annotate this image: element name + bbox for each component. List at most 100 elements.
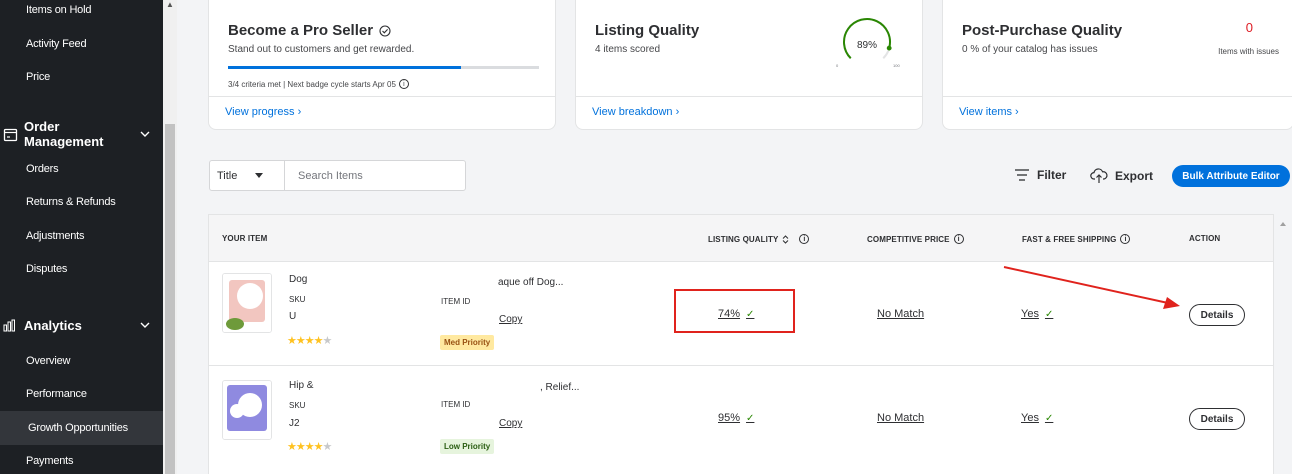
sku-value: J2 [289, 418, 300, 429]
product-image[interactable] [222, 380, 272, 440]
sidebar-item-activity-feed[interactable]: Activity Feed [26, 38, 87, 50]
copy-item-id-link[interactable]: Copy [499, 418, 522, 429]
table-scrollbar[interactable] [1275, 214, 1292, 474]
analytics-bars-icon [2, 317, 18, 333]
scroll-up-icon[interactable] [1280, 222, 1286, 226]
copy-item-id-link[interactable]: Copy [499, 314, 522, 325]
verified-badge-icon [379, 24, 391, 37]
priority-badge: Low Priority [440, 439, 495, 454]
card-divider [209, 96, 555, 97]
competitive-price-link[interactable]: No Match [877, 412, 924, 424]
product-name-left: Hip & [289, 380, 314, 391]
sidebar-item-items-on-hold[interactable]: Items on Hold [26, 4, 91, 16]
sidebar-scrollbar-thumb[interactable] [165, 124, 175, 474]
sku-value: U [289, 311, 297, 322]
item-id-label: ITEM ID [441, 400, 471, 409]
product-image[interactable] [222, 273, 272, 333]
view-progress-label: View progress [225, 106, 295, 118]
info-icon[interactable]: i [799, 234, 810, 244]
sort-arrows-icon[interactable] [782, 234, 789, 244]
check-icon: ✓ [1044, 412, 1054, 424]
bulk-attribute-editor-button[interactable]: Bulk Attribute Editor [1172, 165, 1290, 187]
sidebar-item-orders[interactable]: Orders [26, 163, 59, 175]
header-competitive-price-label: COMPETITIVE PRICE [867, 234, 950, 244]
table-row: Hip & , Relief... SKU ITEM ID J2 Copy ★★… [209, 365, 1273, 469]
listing-quality-subtitle: 4 items scored [595, 44, 661, 55]
view-items-label: View items [959, 106, 1012, 118]
annotation-highlight-box [674, 289, 795, 333]
sidebar-item-performance[interactable]: Performance [26, 388, 87, 400]
filter-button[interactable]: Filter [1014, 168, 1066, 182]
post-purchase-card: Post-Purchase Quality 0 % of your catalo… [942, 0, 1292, 130]
table-header: YOUR ITEM LISTING QUALITY i COMPETITIVE … [209, 215, 1273, 261]
filter-lines-icon [1015, 169, 1029, 181]
export-label: Export [1115, 169, 1154, 183]
sidebar-section-analytics[interactable]: Analytics [0, 314, 163, 336]
sidebar-item-returns-refunds[interactable]: Returns & Refunds [26, 196, 116, 208]
search-input[interactable] [286, 161, 464, 190]
star-rating: ★★★★★ [287, 335, 332, 347]
check-icon: ✓ [746, 412, 755, 424]
product-name-left: Dog [289, 274, 308, 285]
pro-seller-card: Become a Pro Seller Stand out to custome… [208, 0, 556, 130]
info-icon[interactable]: i [1120, 234, 1131, 244]
chevron-right-icon: › [297, 106, 302, 118]
sidebar-item-price[interactable]: Price [26, 71, 50, 83]
items-table: YOUR ITEM LISTING QUALITY i COMPETITIVE … [208, 214, 1274, 474]
listing-quality-title: Listing Quality [595, 22, 700, 39]
scroll-up-icon[interactable]: ▲ [166, 0, 174, 9]
listing-quality-card: Listing Quality 4 items scored 89% 0 100… [575, 0, 923, 130]
header-action-label: ACTION [1189, 234, 1221, 243]
search-type-select[interactable]: Title [210, 161, 285, 190]
header-your-item: YOUR ITEM [222, 234, 267, 243]
header-competitive-price: COMPETITIVE PRICE i [867, 234, 964, 244]
card-divider [943, 96, 1292, 97]
shipping-link[interactable]: Yes ✓ [1021, 412, 1053, 424]
export-button[interactable]: Export [1090, 168, 1153, 184]
pro-seller-progress-fill [228, 66, 462, 69]
details-button[interactable]: Details [1189, 408, 1245, 430]
gauge-max-label: 100 [893, 63, 900, 68]
view-breakdown-link[interactable]: View breakdown › [592, 106, 679, 118]
view-breakdown-label: View breakdown [592, 106, 673, 118]
info-icon[interactable]: i [953, 234, 964, 244]
view-items-link[interactable]: View items › [959, 106, 1019, 118]
caret-down-icon [255, 173, 264, 178]
chevron-down-icon [140, 131, 150, 137]
sidebar-item-adjustments[interactable]: Adjustments [26, 230, 85, 242]
listing-quality-gauge: 89% 0 100 [836, 17, 900, 68]
pro-seller-criteria-text: 3/4 criteria met | Next badge cycle star… [228, 79, 396, 89]
header-listing-quality[interactable]: LISTING QUALITY i [708, 234, 810, 244]
view-progress-link[interactable]: View progress › [225, 106, 301, 118]
pro-seller-subtitle: Stand out to customers and get rewarded. [228, 44, 415, 55]
sidebar-item-growth-opportunities[interactable]: Growth Opportunities [0, 411, 163, 445]
post-purchase-title: Post-Purchase Quality [962, 22, 1123, 39]
details-button[interactable]: Details [1189, 304, 1245, 326]
sku-label: SKU [289, 295, 306, 304]
header-your-item-label: YOUR ITEM [222, 234, 268, 243]
post-purchase-subtitle: 0 % of your catalog has issues [962, 44, 1098, 55]
competitive-price-value: No Match [877, 308, 925, 320]
gauge-min-label: 0 [836, 63, 839, 68]
order-box-icon [2, 126, 18, 142]
header-shipping-label: FAST & FREE SHIPPING [1022, 234, 1117, 244]
star-rating: ★★★★★ [287, 441, 332, 453]
listing-quality-link[interactable]: 95% ✓ [718, 412, 754, 424]
sidebar-section-order-management[interactable]: Order Management [0, 119, 163, 149]
search-type-value: Title [217, 169, 238, 182]
issues-count: 0 [1245, 20, 1253, 35]
chevron-down-icon [140, 322, 150, 328]
sidebar-scrollbar[interactable]: ▲ [163, 0, 177, 474]
sidebar-item-payments[interactable]: Payments [26, 455, 74, 467]
header-action: ACTION [1189, 234, 1220, 243]
info-icon[interactable]: i [398, 79, 409, 89]
pro-seller-title: Become a Pro Seller [228, 22, 391, 39]
sidebar-item-overview[interactable]: Overview [26, 355, 70, 367]
product-name-right: , Relief... [540, 382, 580, 393]
left-sidebar: Items on Hold Activity Feed Price Order … [0, 0, 163, 474]
sidebar-item-disputes[interactable]: Disputes [26, 263, 67, 275]
pro-seller-progress-bar [228, 66, 539, 69]
competitive-price-link[interactable]: No Match [877, 308, 924, 320]
issues-label: Items with issues [1218, 47, 1279, 56]
card-divider [576, 96, 922, 97]
